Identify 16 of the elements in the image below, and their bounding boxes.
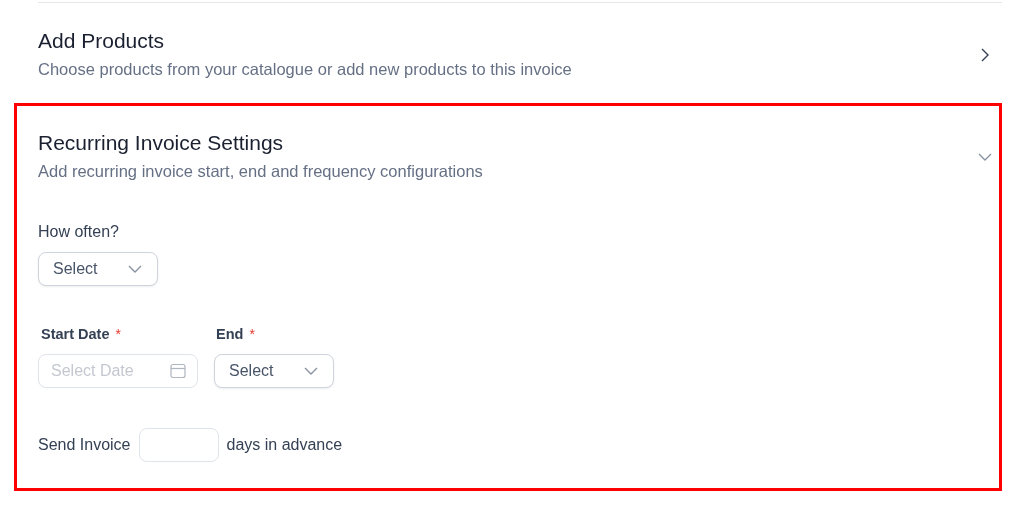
section-subtitle: Add recurring invoice start, end and frequency configurations	[38, 161, 484, 183]
required-asterisk: *	[115, 325, 121, 345]
select-field[interactable]: Select	[38, 251, 158, 286]
section-title: Add Products	[38, 28, 166, 54]
field-label: days in advance	[226, 434, 343, 455]
field-label: How often?	[38, 221, 120, 242]
field-label: Start Date	[41, 324, 110, 344]
field-label: End	[216, 324, 244, 344]
date-field[interactable]: Select Date	[38, 353, 198, 388]
field-label: Send Invoice	[38, 434, 131, 455]
section-title: Recurring Invoice Settings	[38, 129, 285, 156]
select-field[interactable]: Select	[214, 353, 334, 388]
days-input[interactable]	[138, 427, 219, 462]
section-subtitle: Choose products from your catalogue or add new products to this invoice	[38, 59, 573, 81]
calendar-icon	[170, 362, 186, 379]
required-asterisk: *	[249, 325, 255, 345]
